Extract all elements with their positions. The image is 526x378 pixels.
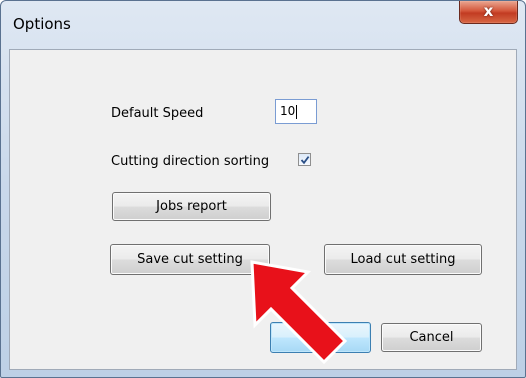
ok-button[interactable] xyxy=(270,322,371,353)
options-dialog: Options x Default Speed 10 Cutting direc… xyxy=(0,0,526,378)
close-button[interactable]: x xyxy=(459,1,518,24)
cutting-direction-sorting-checkbox[interactable] xyxy=(298,153,311,166)
cancel-button[interactable]: Cancel xyxy=(381,323,482,352)
default-speed-input[interactable]: 10 xyxy=(275,99,317,124)
default-speed-value: 10 xyxy=(280,104,296,118)
dialog-title: Options xyxy=(13,15,71,33)
jobs-report-button[interactable]: Jobs report xyxy=(112,192,271,221)
cutting-direction-sorting-label: Cutting direction sorting xyxy=(111,154,270,169)
close-icon: x xyxy=(483,2,494,20)
load-cut-setting-button[interactable]: Load cut setting xyxy=(324,244,482,275)
save-cut-setting-button[interactable]: Save cut setting xyxy=(110,244,270,275)
text-caret xyxy=(296,104,298,119)
dialog-content: Default Speed 10 Cutting direction sorti… xyxy=(9,49,517,370)
checkmark-icon xyxy=(300,156,310,165)
default-speed-label: Default Speed xyxy=(111,106,204,121)
